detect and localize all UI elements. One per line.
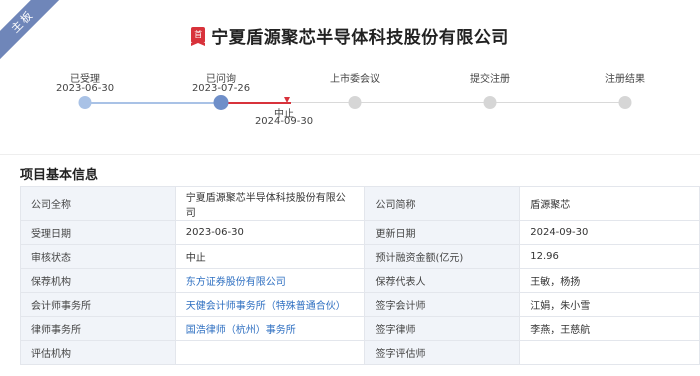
- value-appraisal-firm: [174, 340, 366, 365]
- label-accept-date: 受理日期: [20, 220, 176, 245]
- first-listing-badge-icon: 首: [191, 27, 206, 46]
- table-row: 公司全称 宁夏盾源聚芯半导体科技股份有限公司 公司简称 盾源聚芯: [20, 186, 700, 221]
- review-progress-timeline: 已受理 2023-06-30 已问询 2023-07-26 上市委会议 提交注册…: [0, 60, 700, 140]
- step-date-accepted: 2023-06-30: [55, 83, 115, 94]
- value-update-date: 2024-09-30: [519, 220, 700, 245]
- table-row: 保荐机构 东方证券股份有限公司 保荐代表人 王敏，杨扬: [20, 268, 700, 293]
- link-sponsor[interactable]: 东方证券股份有限公司: [174, 268, 366, 293]
- label-signing-appraisers: 签字评估师: [364, 340, 521, 365]
- section-divider: [0, 154, 700, 155]
- timeline-stop-segment: [221, 102, 291, 104]
- project-info-table: 公司全称 宁夏盾源聚芯半导体科技股份有限公司 公司简称 盾源聚芯 受理日期 20…: [20, 186, 700, 365]
- value-company-full-name: 宁夏盾源聚芯半导体科技股份有限公司: [174, 186, 366, 221]
- label-sponsor: 保荐机构: [20, 268, 176, 293]
- step-node-listing-committee[interactable]: [348, 96, 362, 109]
- label-review-status: 审核状态: [20, 244, 176, 269]
- label-company-full-name: 公司全称: [20, 186, 176, 221]
- table-row: 审核状态 中止 预计融资金额(亿元) 12.96: [20, 244, 700, 269]
- step-node-registration-result[interactable]: [618, 96, 632, 109]
- value-sponsor-representatives: 王敏，杨扬: [519, 268, 700, 293]
- label-appraisal-firm: 评估机构: [20, 340, 176, 365]
- value-company-short-name: 盾源聚芯: [519, 186, 700, 221]
- step-label-registration-result: 注册结果: [605, 74, 645, 85]
- page-header: 首 宁夏盾源聚芯半导体科技股份有限公司: [0, 22, 700, 48]
- label-sponsor-representatives: 保荐代表人: [364, 268, 521, 293]
- stop-date: 2024-09-30: [254, 116, 314, 127]
- step-node-inquired[interactable]: [213, 95, 229, 110]
- timeline-progress: [85, 102, 221, 104]
- label-company-short-name: 公司简称: [364, 186, 521, 221]
- label-signing-lawyers: 签字律师: [364, 316, 521, 341]
- value-signing-appraisers: [519, 340, 700, 365]
- table-row: 受理日期 2023-06-30 更新日期 2024-09-30: [20, 220, 700, 245]
- value-planned-financing: 12.96: [519, 244, 700, 269]
- step-label-listing-committee: 上市委会议: [330, 74, 380, 85]
- table-row: 会计师事务所 天健会计师事务所（特殊普通合伙） 签字会计师 江娟，朱小雪: [20, 292, 700, 317]
- step-node-submit-registration[interactable]: [483, 96, 497, 109]
- value-accept-date: 2023-06-30: [174, 220, 366, 245]
- step-label-submit-registration: 提交注册: [470, 74, 510, 85]
- table-row: 律师事务所 国浩律师（杭州）事务所 签字律师 李燕，王慈航: [20, 316, 700, 341]
- label-signing-accountants: 签字会计师: [364, 292, 521, 317]
- link-accounting-firm[interactable]: 天健会计师事务所（特殊普通合伙）: [174, 292, 366, 317]
- table-row: 评估机构 签字评估师: [20, 340, 700, 365]
- label-update-date: 更新日期: [364, 220, 521, 245]
- value-signing-accountants: 江娟，朱小雪: [519, 292, 700, 317]
- label-accounting-firm: 会计师事务所: [20, 292, 176, 317]
- page-title: 宁夏盾源聚芯半导体科技股份有限公司: [211, 27, 509, 48]
- section-title: 项目基本信息: [20, 168, 99, 183]
- value-signing-lawyers: 李燕，王慈航: [519, 316, 700, 341]
- label-planned-financing: 预计融资金额(亿元): [364, 244, 521, 269]
- step-date-inquired: 2023-07-26: [191, 83, 251, 94]
- label-law-firm: 律师事务所: [20, 316, 176, 341]
- link-law-firm[interactable]: 国浩律师（杭州）事务所: [174, 316, 366, 341]
- stop-marker-icon: [284, 97, 290, 103]
- value-review-status: 中止: [174, 244, 366, 269]
- step-node-accepted[interactable]: [78, 96, 92, 109]
